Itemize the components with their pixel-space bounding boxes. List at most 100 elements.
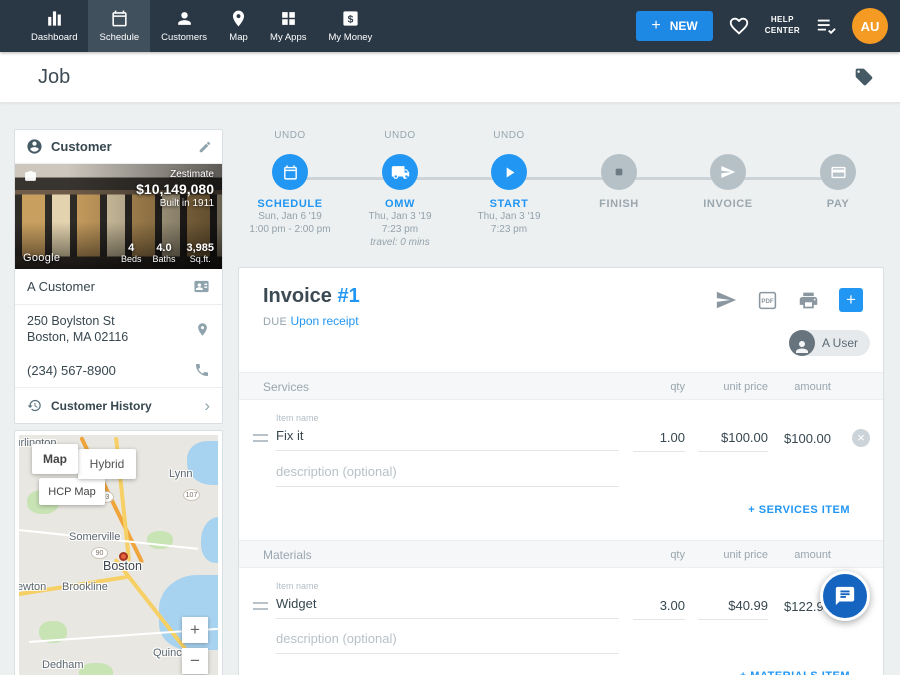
person-icon bbox=[175, 9, 194, 28]
step-label: FINISH bbox=[561, 198, 677, 210]
nav-item-my-money[interactable]: $ My Money bbox=[317, 0, 383, 52]
start-step-button[interactable] bbox=[491, 154, 527, 190]
step-label: INVOICE bbox=[670, 198, 786, 210]
hcp-map-button[interactable]: HCP Map bbox=[39, 478, 105, 505]
step-label: SCHEDULE bbox=[232, 198, 348, 210]
due-value-link[interactable]: Upon receipt bbox=[290, 314, 358, 328]
finish-step-button[interactable] bbox=[601, 154, 637, 190]
nav-label: My Apps bbox=[270, 32, 306, 43]
customer-card-title: Customer bbox=[51, 139, 112, 154]
qty-column-header: qty bbox=[670, 381, 685, 393]
service-item-qty[interactable]: 1.00 bbox=[633, 430, 685, 452]
help-line1: HELP bbox=[765, 15, 800, 26]
step-time: 1:00 pm - 2:00 pm bbox=[232, 223, 348, 236]
timeline-step-omw: UNDO OMW Thu, Jan 3 '19 7:23 pm travel: … bbox=[342, 130, 458, 249]
sqft-label: Sq.ft. bbox=[186, 254, 214, 264]
customer-card: Customer Zestimate $10,149,080 Built in … bbox=[14, 129, 223, 424]
material-item-description-input[interactable] bbox=[276, 631, 619, 654]
step-date: Thu, Jan 3 '19 bbox=[342, 210, 458, 223]
map-label-lynn: Lynn bbox=[169, 468, 192, 480]
map-type-button[interactable]: Map bbox=[32, 444, 78, 474]
step-label: START bbox=[451, 198, 567, 210]
page-header: Job bbox=[0, 52, 900, 103]
service-item-description-input[interactable] bbox=[276, 464, 619, 487]
map-button-label: Map bbox=[43, 452, 67, 466]
assigned-user-chip[interactable]: A User bbox=[789, 330, 870, 356]
schedule-step-button[interactable] bbox=[272, 154, 308, 190]
undo-schedule-link[interactable]: UNDO bbox=[232, 130, 348, 154]
invoice-number[interactable]: #1 bbox=[337, 285, 359, 307]
hybrid-type-button[interactable]: Hybrid bbox=[78, 449, 136, 479]
nav-item-schedule[interactable]: Schedule bbox=[88, 0, 150, 52]
nav-item-dashboard[interactable]: Dashboard bbox=[20, 0, 88, 52]
contact-card-icon[interactable] bbox=[193, 278, 210, 295]
print-icon[interactable] bbox=[798, 290, 819, 311]
step-time: 7:23 pm bbox=[342, 223, 458, 236]
service-item-amount: $100.00 bbox=[784, 431, 831, 446]
map-park bbox=[79, 663, 113, 675]
new-button[interactable]: + NEW bbox=[636, 11, 712, 41]
help-center[interactable]: HELP CENTER bbox=[765, 15, 800, 37]
nav-item-map[interactable]: Map bbox=[218, 0, 259, 52]
nav-right: + NEW HELP CENTER AU bbox=[636, 0, 900, 52]
invoice-step-button[interactable] bbox=[710, 154, 746, 190]
map-card: 93 107 90 Burlington Lynn Somerville Bos… bbox=[14, 430, 223, 675]
zoom-out-button[interactable]: − bbox=[182, 648, 208, 674]
new-button-label: NEW bbox=[670, 19, 698, 33]
omw-step-button[interactable] bbox=[382, 154, 418, 190]
amount-column-header: amount bbox=[794, 381, 831, 393]
timeline-step-start: UNDO START Thu, Jan 3 '19 7:23 pm bbox=[451, 130, 567, 236]
drag-handle-icon[interactable] bbox=[253, 434, 268, 442]
phone-icon[interactable] bbox=[194, 362, 210, 378]
send-invoice-icon[interactable] bbox=[715, 289, 737, 311]
finish-icon bbox=[611, 164, 627, 180]
svg-text:$: $ bbox=[348, 14, 354, 25]
remove-service-item-button[interactable]: × bbox=[852, 429, 870, 447]
user-avatar[interactable]: AU bbox=[852, 8, 888, 44]
job-tags-icon[interactable] bbox=[854, 67, 874, 87]
add-materials-item-link[interactable]: + MATERIALS ITEM bbox=[740, 670, 850, 675]
camera-icon bbox=[23, 170, 38, 183]
nav-item-my-apps[interactable]: My Apps bbox=[259, 0, 317, 52]
nav-item-customers[interactable]: Customers bbox=[150, 0, 218, 52]
assigned-user-name: A User bbox=[822, 336, 858, 350]
top-nav: Dashboard Schedule Customers Map My Apps… bbox=[0, 0, 900, 52]
item-name-label: Item name bbox=[276, 581, 319, 591]
pdf-icon[interactable]: PDF bbox=[757, 290, 778, 311]
truck-icon bbox=[391, 163, 410, 182]
svg-text:PDF: PDF bbox=[761, 298, 773, 305]
nav-label: Schedule bbox=[99, 32, 139, 43]
chat-icon bbox=[834, 585, 856, 607]
zestimate-value: $10,149,080 bbox=[136, 181, 214, 197]
material-item-qty[interactable]: 3.00 bbox=[633, 598, 685, 620]
pay-step-button[interactable] bbox=[820, 154, 856, 190]
undo-omw-link[interactable]: UNDO bbox=[342, 130, 458, 154]
map-canvas[interactable]: 93 107 90 Burlington Lynn Somerville Bos… bbox=[19, 435, 218, 675]
unit-price-column-header: unit price bbox=[723, 549, 768, 561]
chat-bubble-button[interactable] bbox=[820, 571, 870, 621]
item-name-label: Item name bbox=[276, 413, 319, 423]
add-invoice-button[interactable]: + bbox=[839, 288, 863, 312]
location-pin-icon[interactable] bbox=[195, 321, 210, 338]
step-time: 7:23 pm bbox=[451, 223, 567, 236]
zestimate-box: Zestimate $10,149,080 Built in 1911 bbox=[136, 169, 214, 209]
material-item-name-input[interactable] bbox=[276, 596, 619, 619]
tasks-icon[interactable] bbox=[815, 16, 837, 36]
edit-pencil-icon[interactable] bbox=[198, 140, 212, 154]
services-section-label: Services bbox=[263, 380, 309, 394]
service-item-unit-price[interactable]: $100.00 bbox=[698, 430, 768, 452]
service-item-name-input[interactable] bbox=[276, 428, 619, 451]
history-icon bbox=[27, 398, 42, 413]
drag-handle-icon[interactable] bbox=[253, 602, 268, 610]
undo-start-link[interactable]: UNDO bbox=[451, 130, 567, 154]
add-services-item-link[interactable]: + SERVICES ITEM bbox=[748, 504, 850, 516]
heart-icon[interactable] bbox=[728, 15, 750, 37]
property-photo[interactable]: Zestimate $10,149,080 Built in 1911 4 Be… bbox=[15, 164, 222, 269]
zoom-in-button[interactable]: + bbox=[182, 617, 208, 643]
timeline-step-invoice: INVOICE bbox=[670, 130, 786, 210]
step-date: Thu, Jan 3 '19 bbox=[451, 210, 567, 223]
material-item-unit-price[interactable]: $40.99 bbox=[698, 598, 768, 620]
beds-label: Beds bbox=[121, 254, 142, 264]
customer-history-row[interactable]: Customer History › bbox=[15, 387, 222, 423]
calendar-icon bbox=[282, 164, 299, 181]
